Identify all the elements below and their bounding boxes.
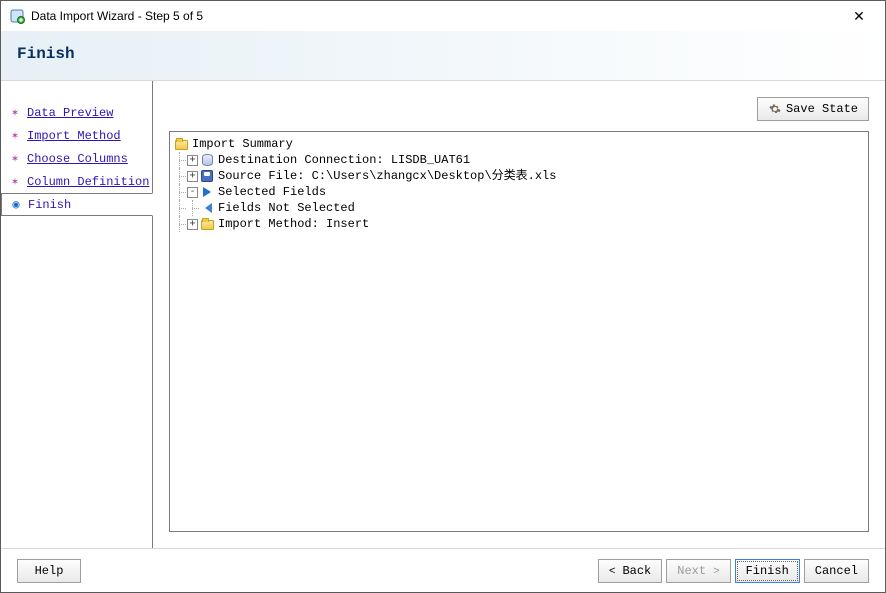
tree-selected-fields-label: Selected Fields (217, 184, 326, 200)
back-button[interactable]: < Back (598, 559, 662, 583)
tree-not-selected-label: Fields Not Selected (217, 200, 355, 216)
expand-toggle[interactable]: + (187, 171, 198, 182)
tree-connector (174, 184, 187, 200)
bottom-bar: Help < Back Next > Finish Cancel (1, 548, 885, 592)
save-state-label: Save State (786, 102, 858, 116)
summary-tree[interactable]: Import Summary + Destination Connection:… (169, 131, 869, 532)
step-bullet-icon: ✶ (7, 105, 23, 120)
tree-destination-label: Destination Connection: LISDB_UAT61 (217, 152, 470, 168)
expand-toggle[interactable]: + (187, 219, 198, 230)
step-label: Choose Columns (27, 152, 128, 166)
tree-import-method[interactable]: + Import Method: Insert (174, 216, 864, 232)
middle-area: ✶ Data Preview ✶ Import Method ✶ Choose … (1, 81, 885, 548)
back-label: Back (622, 564, 651, 578)
wizard-header: Finish (1, 31, 885, 81)
step-import-method[interactable]: ✶ Import Method (1, 124, 152, 147)
tree-connector (174, 152, 187, 168)
tree-connector (174, 168, 187, 184)
tree-source-label: Source File: C:\Users\zhangcx\Desktop\分类… (217, 168, 556, 184)
step-column-definition[interactable]: ✶ Column Definition (1, 170, 152, 193)
cancel-button[interactable]: Cancel (804, 559, 869, 583)
titlebar: Data Import Wizard - Step 5 of 5 ✕ (1, 1, 885, 31)
chevron-right-icon: > (710, 565, 719, 577)
tree-fields-not-selected[interactable]: Fields Not Selected (174, 200, 864, 216)
page-title: Finish (17, 45, 869, 63)
expand-toggle[interactable]: + (187, 155, 198, 166)
next-label: Next (677, 564, 706, 578)
step-bullet-icon: ✶ (7, 151, 23, 166)
step-label: Finish (28, 198, 71, 212)
tree-connector (187, 200, 200, 216)
folder-icon (200, 217, 214, 231)
main-toolbar: Save State (169, 97, 869, 121)
step-bullet-icon: ✶ (7, 174, 23, 189)
step-finish[interactable]: ◉ Finish (1, 193, 153, 216)
close-button[interactable]: ✕ (839, 2, 879, 30)
step-bullet-icon: ✶ (7, 128, 23, 143)
arrow-right-icon (200, 185, 214, 199)
tree-connector (174, 200, 187, 216)
next-button: Next > (666, 559, 730, 583)
tree-destination[interactable]: + Destination Connection: LISDB_UAT61 (174, 152, 864, 168)
tree-source-file[interactable]: + Source File: C:\Users\zhangcx\Desktop\… (174, 168, 864, 184)
step-navigation: ✶ Data Preview ✶ Import Method ✶ Choose … (1, 81, 153, 548)
expand-toggle[interactable]: - (187, 187, 198, 198)
step-data-preview[interactable]: ✶ Data Preview (1, 101, 152, 124)
finish-label: Finish (746, 564, 789, 578)
app-icon (9, 8, 25, 24)
folder-icon (174, 137, 188, 151)
save-state-button[interactable]: Save State (757, 97, 869, 121)
tree-import-method-label: Import Method: Insert (217, 216, 369, 232)
tree-root[interactable]: Import Summary (174, 136, 864, 152)
disk-icon (200, 169, 214, 183)
finish-button[interactable]: Finish (735, 559, 800, 583)
cancel-label: Cancel (815, 564, 858, 578)
main-panel: Save State Import Summary + Destination … (153, 81, 885, 548)
tree-connector (174, 216, 187, 232)
step-choose-columns[interactable]: ✶ Choose Columns (1, 147, 152, 170)
gear-icon (768, 102, 782, 116)
tree-selected-fields[interactable]: - Selected Fields (174, 184, 864, 200)
window-title: Data Import Wizard - Step 5 of 5 (31, 9, 839, 23)
help-button[interactable]: Help (17, 559, 81, 583)
step-active-icon: ◉ (8, 197, 24, 212)
chevron-left-icon: < (609, 565, 618, 577)
help-label: Help (35, 564, 64, 578)
step-label: Import Method (27, 129, 121, 143)
step-label: Column Definition (27, 175, 149, 189)
tree-root-label: Import Summary (191, 136, 293, 152)
arrow-left-icon (200, 201, 214, 215)
step-label: Data Preview (27, 106, 113, 120)
database-icon (200, 153, 214, 167)
